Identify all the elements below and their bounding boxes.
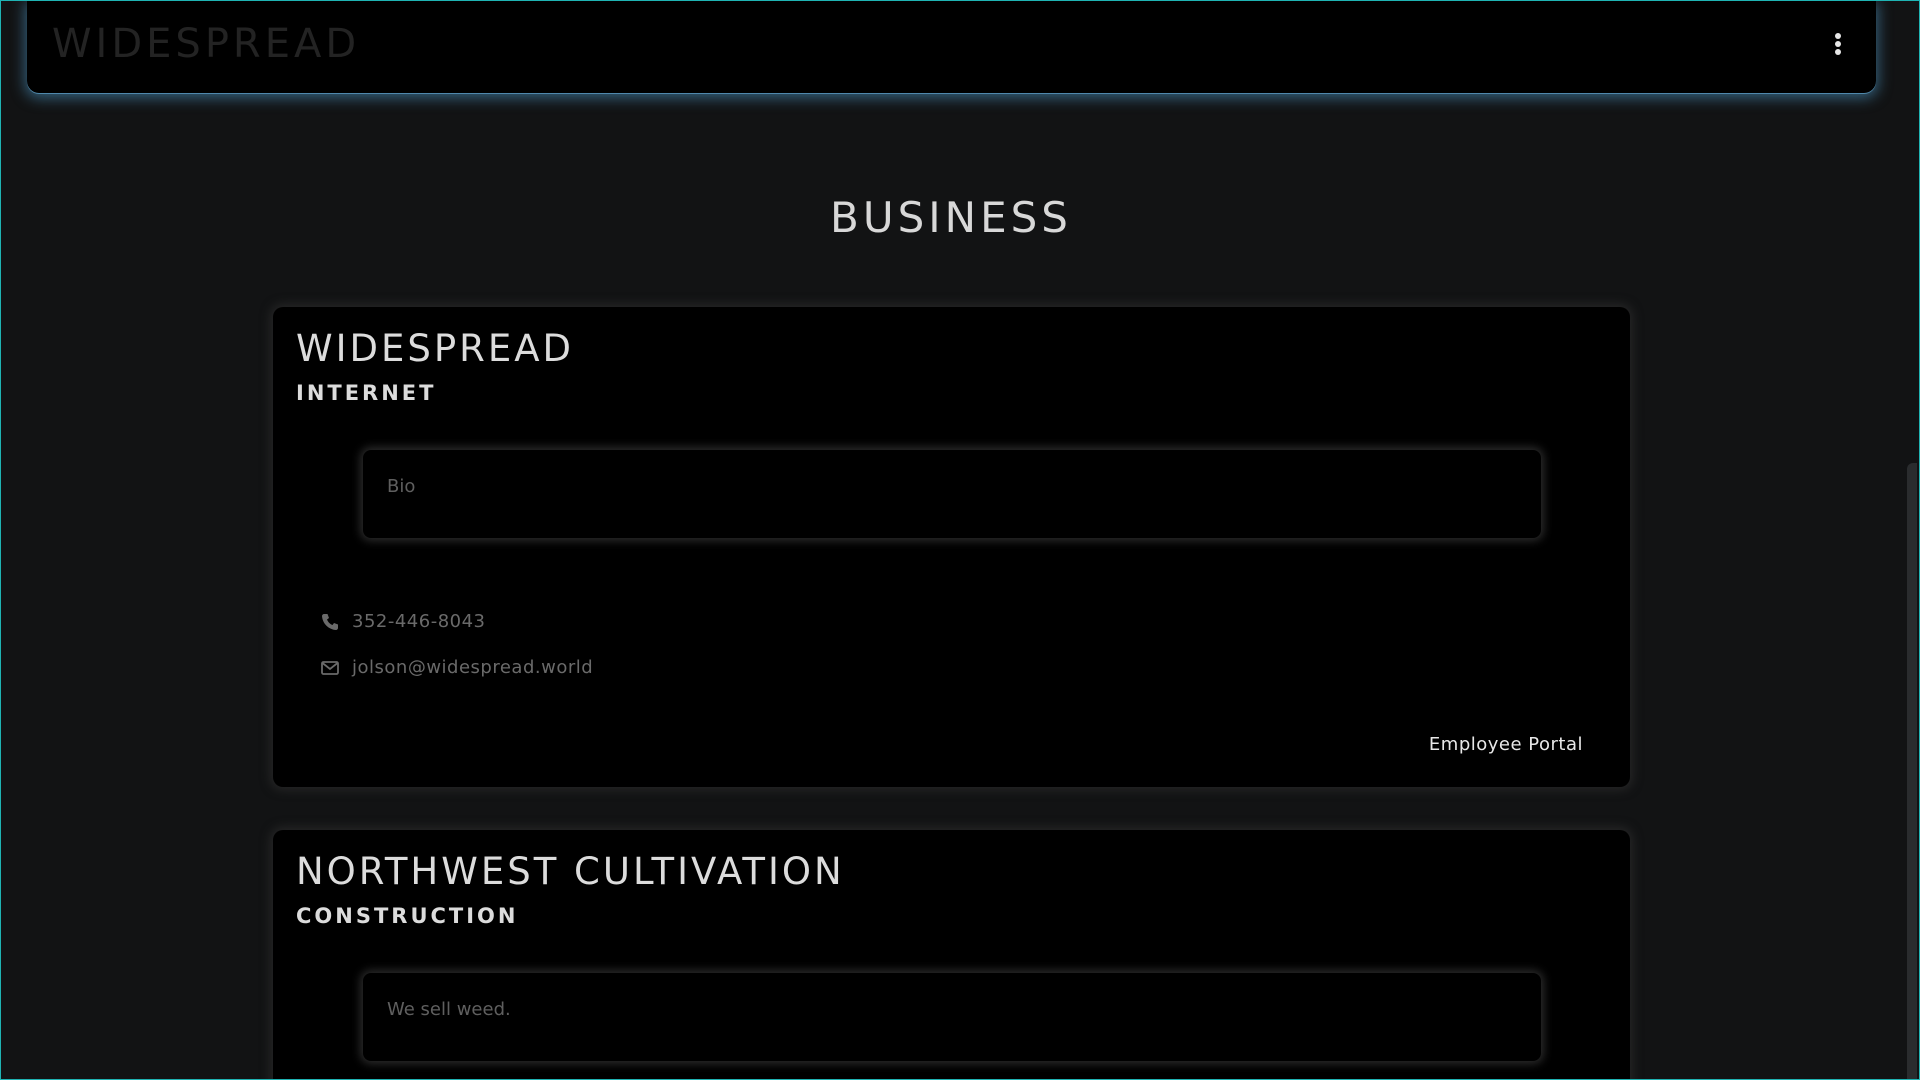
email-address[interactable]: jolson@widespread.world bbox=[352, 657, 593, 678]
kebab-dot bbox=[1835, 49, 1841, 55]
employee-portal-link[interactable]: Employee Portal bbox=[1429, 734, 1583, 755]
phone-row: 352-446-8043 bbox=[320, 611, 486, 632]
brand-logo-text[interactable]: WIDESPREAD bbox=[52, 21, 360, 67]
kebab-dot bbox=[1835, 33, 1841, 39]
business-card: NORTHWEST CULTIVATION CONSTRUCTION We se… bbox=[273, 830, 1630, 1079]
phone-number[interactable]: 352-446-8043 bbox=[352, 611, 486, 632]
envelope-icon bbox=[320, 658, 340, 678]
bio-box: We sell weed. bbox=[363, 973, 1541, 1061]
business-card: WIDESPREAD INTERNET Bio 352-446-8043 jol… bbox=[273, 307, 1630, 787]
bio-box: Bio bbox=[363, 450, 1541, 538]
business-name: NORTHWEST CULTIVATION bbox=[296, 850, 845, 893]
scrollbar-thumb[interactable] bbox=[1907, 463, 1917, 1079]
business-category: CONSTRUCTION bbox=[296, 904, 519, 928]
phone-icon bbox=[320, 612, 340, 632]
bio-text: We sell weed. bbox=[387, 999, 511, 1020]
business-category: INTERNET bbox=[296, 381, 437, 405]
business-name: WIDESPREAD bbox=[296, 327, 575, 370]
email-row: jolson@widespread.world bbox=[320, 657, 593, 678]
scrollbar-track[interactable] bbox=[1903, 1, 1919, 1079]
browser-viewport: WIDESPREAD BUSINESS WIDESPREAD INTERNET … bbox=[0, 0, 1920, 1080]
top-navbar: WIDESPREAD bbox=[27, 1, 1876, 93]
bio-text: Bio bbox=[387, 476, 416, 497]
page-title: BUSINESS bbox=[830, 193, 1072, 242]
kebab-menu-icon[interactable] bbox=[1834, 33, 1842, 55]
kebab-dot bbox=[1835, 41, 1841, 47]
